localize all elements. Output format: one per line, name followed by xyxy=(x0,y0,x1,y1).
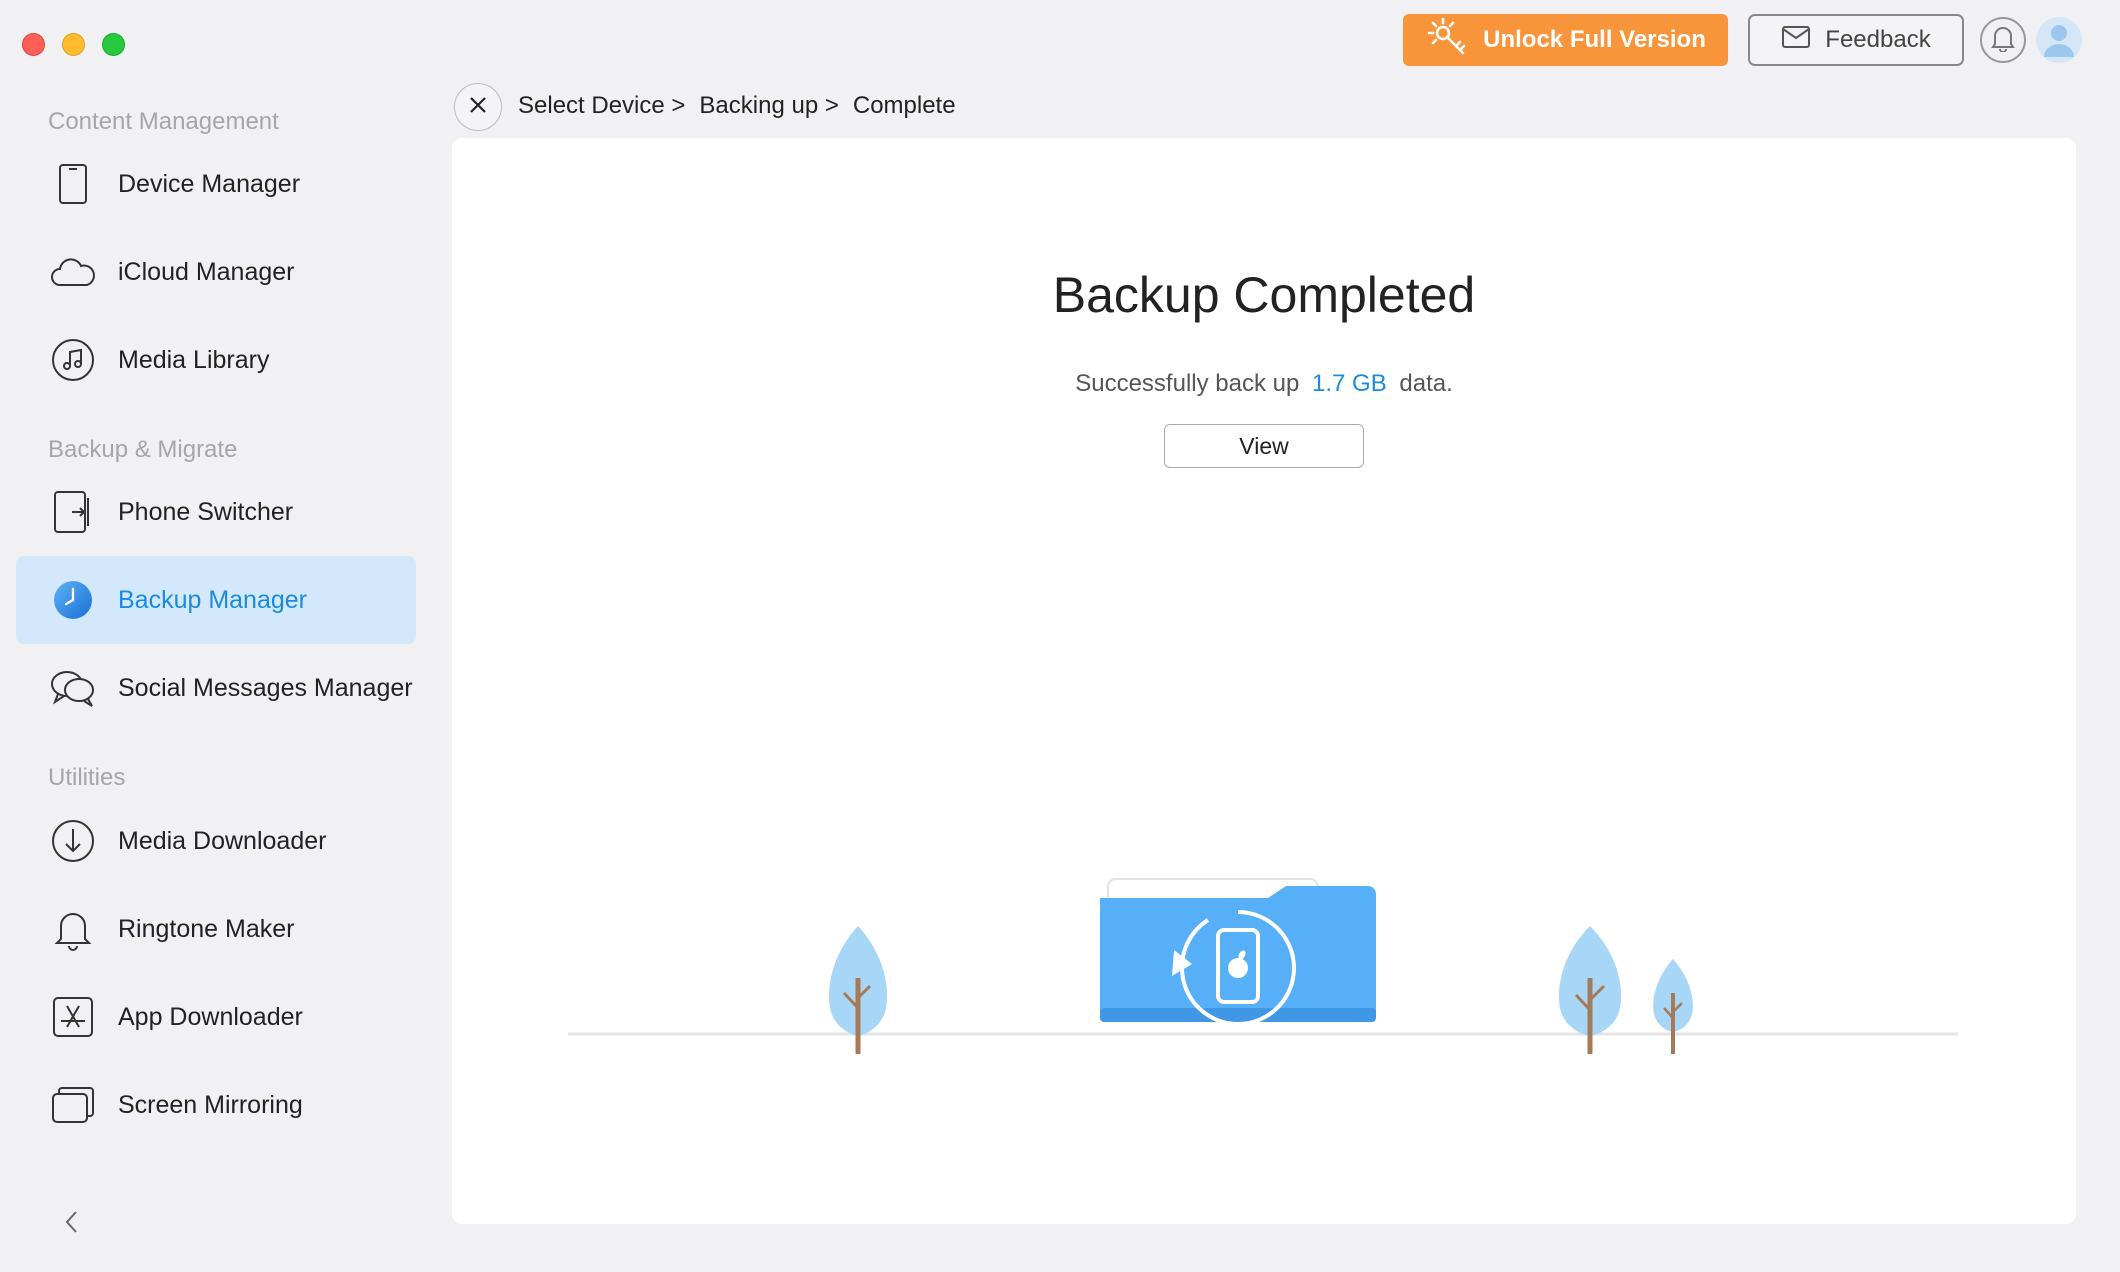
backup-size: 1.7 GB xyxy=(1312,370,1387,397)
sidebar-item-label: Device Manager xyxy=(118,169,301,198)
page-title: Backup Completed xyxy=(1052,267,1476,323)
app-store-icon xyxy=(50,994,96,1040)
sidebar-item-phone-switcher[interactable]: Phone Switcher xyxy=(16,468,416,556)
sidebar-item-social-messages-manager[interactable]: Social Messages Manager xyxy=(16,644,416,732)
mail-icon xyxy=(1781,25,1811,56)
sidebar-item-label: Screen Mirroring xyxy=(118,1090,303,1119)
screens-icon xyxy=(50,1082,96,1128)
backup-folder-icon xyxy=(1100,878,1376,1026)
unlock-full-version-button[interactable]: Unlock Full Version xyxy=(1403,14,1728,66)
chat-bubbles-icon xyxy=(50,665,96,711)
feedback-label: Feedback xyxy=(1825,26,1931,53)
sidebar-item-label: App Downloader xyxy=(118,1002,303,1031)
bell-icon xyxy=(50,906,96,952)
summary-suffix: data. xyxy=(1399,370,1453,397)
sidebar: Content Management Device Manager iCloud… xyxy=(0,90,430,1272)
sidebar-item-media-downloader[interactable]: Media Downloader xyxy=(16,797,416,885)
tree-icon xyxy=(1653,959,1693,1054)
sidebar-item-backup-manager[interactable]: Backup Manager xyxy=(16,556,416,644)
main-panel: Backup Completed Successfully back up 1.… xyxy=(452,138,2076,1224)
zoom-window-button[interactable] xyxy=(102,33,125,56)
close-icon xyxy=(468,95,488,120)
sidebar-item-app-downloader[interactable]: App Downloader xyxy=(16,973,416,1061)
sidebar-item-screen-mirroring[interactable]: Screen Mirroring xyxy=(16,1061,416,1149)
sidebar-item-label: Phone Switcher xyxy=(118,497,294,526)
sidebar-item-media-library[interactable]: Media Library xyxy=(16,316,416,404)
feedback-button[interactable]: Feedback xyxy=(1748,14,1964,66)
collapse-sidebar-button[interactable] xyxy=(60,1208,84,1236)
backup-complete-illustration xyxy=(568,668,1968,1073)
user-silhouette-icon xyxy=(2036,17,2082,63)
close-window-button[interactable] xyxy=(22,33,45,56)
notifications-button[interactable] xyxy=(1980,17,2026,63)
breadcrumb: Select Device > Backing up > Complete xyxy=(518,92,956,120)
sidebar-item-label: Backup Manager xyxy=(118,585,308,614)
sidebar-item-device-manager[interactable]: Device Manager xyxy=(16,140,416,228)
section-content-management: Content Management xyxy=(48,108,279,135)
download-arrow-icon xyxy=(50,818,96,864)
section-utilities: Utilities xyxy=(48,764,126,791)
sidebar-item-label: Media Downloader xyxy=(118,826,327,855)
sidebar-item-icloud-manager[interactable]: iCloud Manager xyxy=(16,228,416,316)
music-icon xyxy=(50,337,96,383)
key-sun-icon xyxy=(1425,15,1469,66)
unlock-label: Unlock Full Version xyxy=(1483,26,1706,53)
breadcrumb-complete: Complete xyxy=(852,92,956,119)
backup-summary: Successfully back up 1.7 GB data. xyxy=(452,370,2076,398)
sidebar-item-label: Media Library xyxy=(118,345,270,374)
sidebar-item-label: iCloud Manager xyxy=(118,257,295,286)
breadcrumb-backing-up: Backing up > xyxy=(699,92,839,119)
summary-prefix: Successfully back up xyxy=(1075,370,1300,397)
user-avatar[interactable] xyxy=(2036,17,2082,63)
sidebar-item-label: Ringtone Maker xyxy=(118,914,295,943)
backup-clock-icon xyxy=(50,577,96,623)
sidebar-item-label: Social Messages Manager xyxy=(118,673,413,702)
view-button[interactable]: View xyxy=(1164,424,1364,468)
close-button[interactable] xyxy=(454,83,502,131)
section-backup-migrate: Backup & Migrate xyxy=(48,436,238,463)
minimize-window-button[interactable] xyxy=(62,33,85,56)
sidebar-item-ringtone-maker[interactable]: Ringtone Maker xyxy=(16,885,416,973)
bell-icon xyxy=(1990,24,2016,57)
phone-switch-icon xyxy=(50,489,96,535)
chevron-left-icon xyxy=(60,1211,84,1240)
breadcrumb-select-device: Select Device > xyxy=(518,92,686,119)
cloud-icon xyxy=(50,249,96,295)
window-controls xyxy=(22,33,125,56)
phone-icon xyxy=(50,161,96,207)
